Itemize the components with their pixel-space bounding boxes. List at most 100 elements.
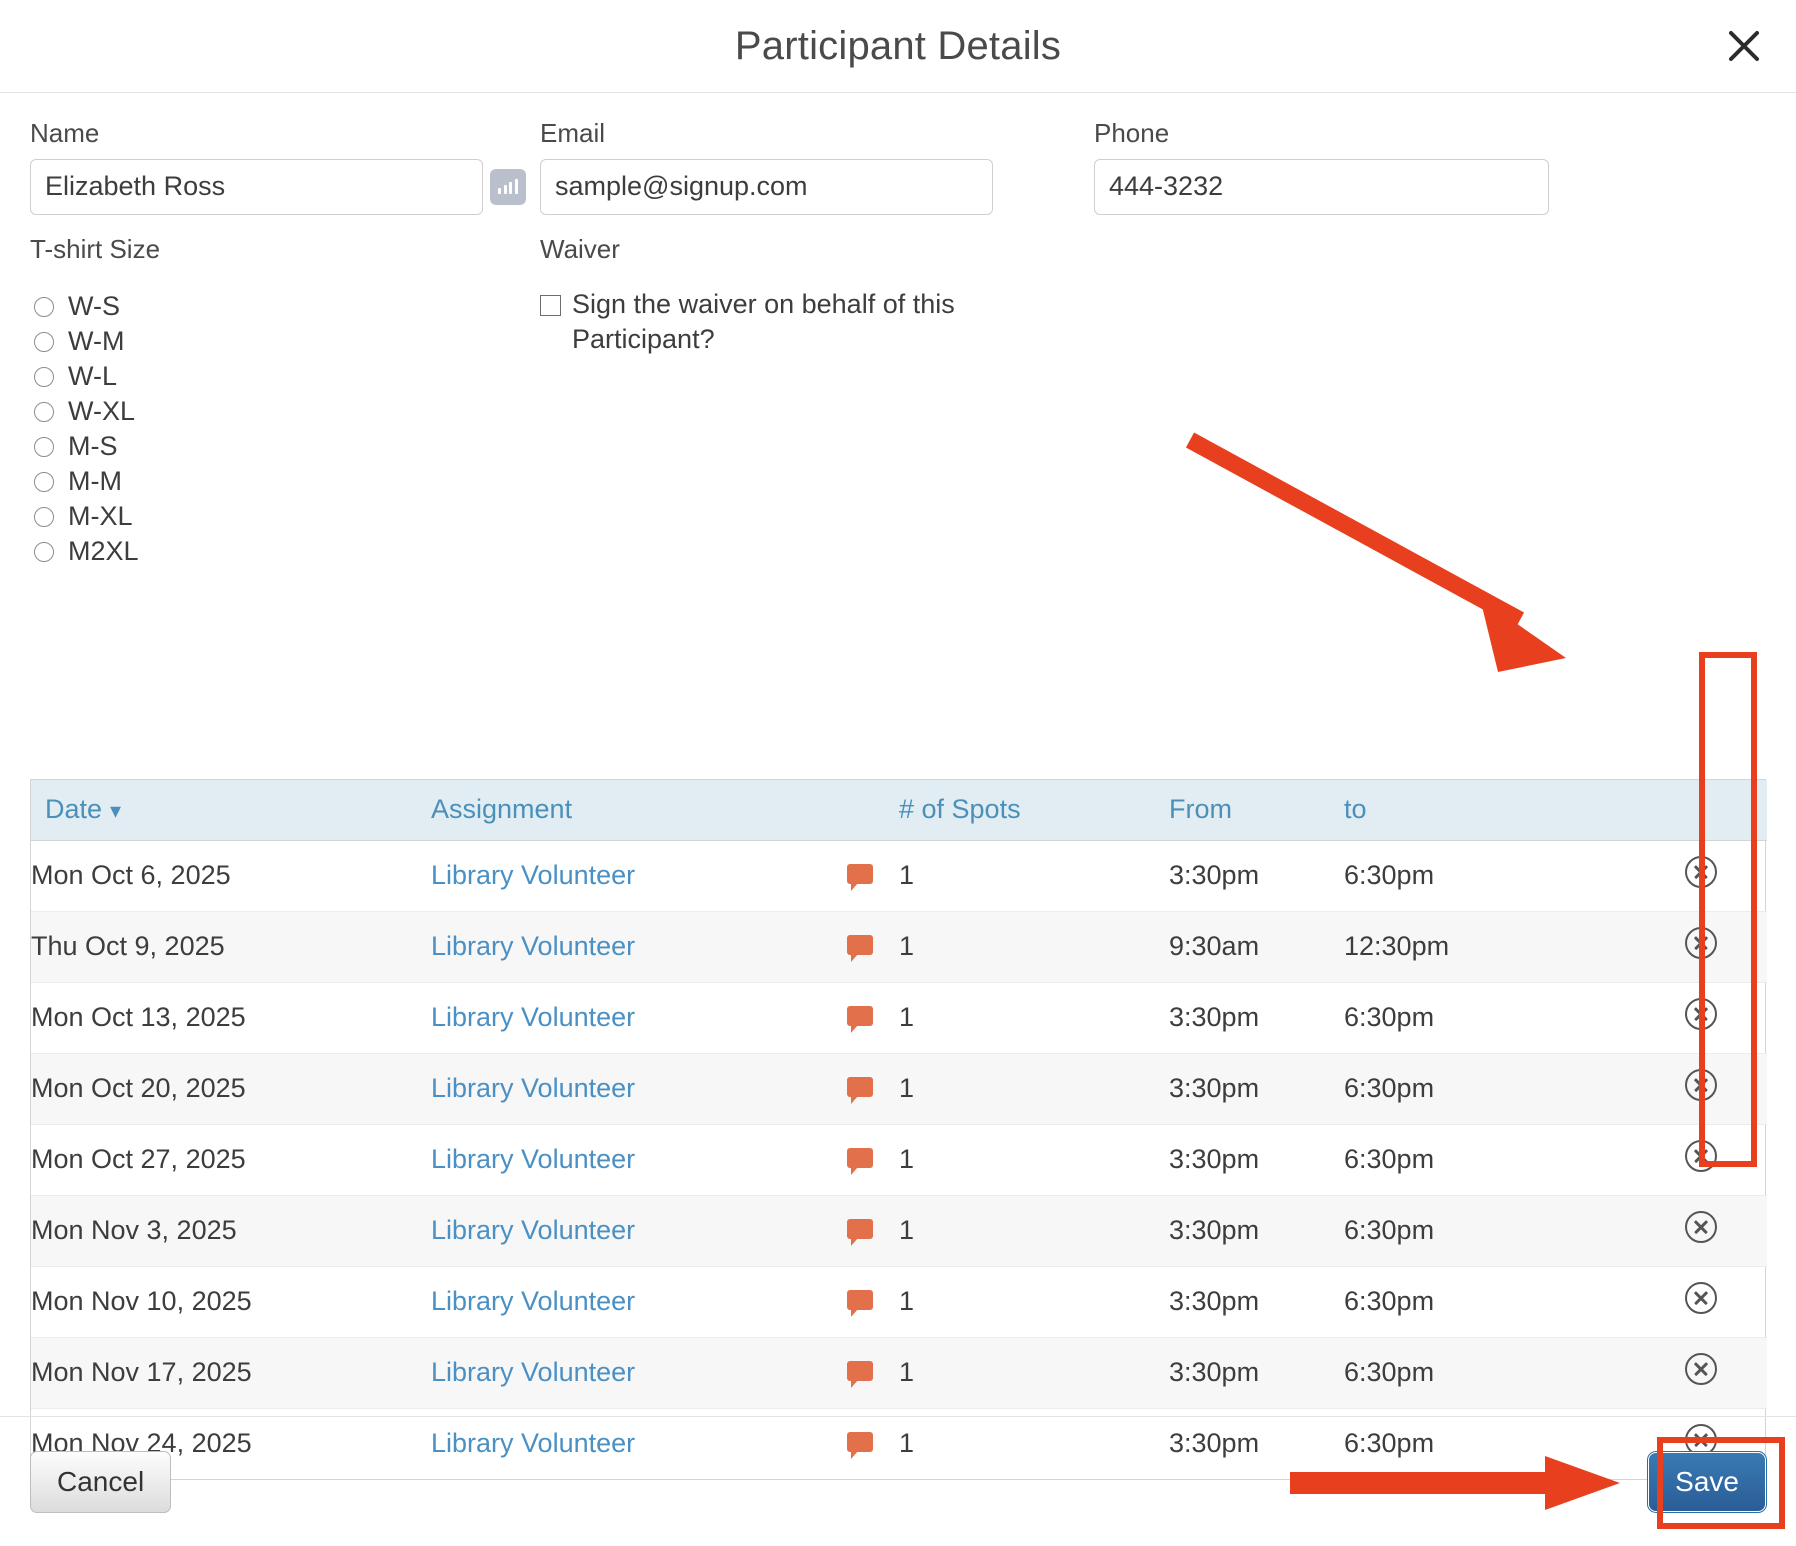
table-row: Mon Oct 27, 2025Library Volunteer13:30pm… <box>31 1125 1767 1196</box>
cell-from: 3:30pm <box>1169 1267 1344 1338</box>
email-label: Email <box>540 119 1048 148</box>
comment-icon[interactable] <box>847 1006 873 1026</box>
comment-icon[interactable] <box>847 1077 873 1097</box>
page-title: Participant Details <box>735 24 1061 69</box>
cell-note <box>821 1125 899 1196</box>
tshirt-size-label: T-shirt Size <box>30 235 540 264</box>
remove-icon[interactable] <box>1685 1140 1717 1172</box>
cell-to: 6:30pm <box>1344 983 1634 1054</box>
cell-assignment: Library Volunteer <box>431 912 821 983</box>
radio-option-w-m[interactable]: W-M <box>30 324 540 359</box>
assignment-link[interactable]: Library Volunteer <box>431 1286 635 1316</box>
column-header-from[interactable]: From <box>1169 780 1344 841</box>
radio-circle-icon <box>34 367 54 387</box>
save-button[interactable]: Save <box>1648 1452 1766 1512</box>
radio-option-m-xl[interactable]: M-XL <box>30 499 540 534</box>
cell-to: 6:30pm <box>1344 1196 1634 1267</box>
radio-option-m-m[interactable]: M-M <box>30 464 540 499</box>
cell-spots: 1 <box>899 983 1169 1054</box>
table-row: Mon Nov 3, 2025Library Volunteer13:30pm6… <box>31 1196 1767 1267</box>
table-header-row: Date ▾ Assignment # of Spots From to <box>31 780 1767 841</box>
radio-option-w-xl[interactable]: W-XL <box>30 394 540 429</box>
cell-assignment: Library Volunteer <box>431 841 821 912</box>
comment-icon[interactable] <box>847 1148 873 1168</box>
sort-descending-icon[interactable]: ▾ <box>110 798 121 823</box>
radio-label: W-L <box>68 363 117 390</box>
cell-from: 3:30pm <box>1169 1054 1344 1125</box>
cell-note <box>821 983 899 1054</box>
tshirt-radio-list: W-S W-M W-L W-XL <box>30 289 540 569</box>
remove-icon[interactable] <box>1685 998 1717 1030</box>
phone-field-group: Phone <box>1094 119 1554 215</box>
email-input[interactable] <box>540 159 993 215</box>
table-row: Mon Oct 13, 2025Library Volunteer13:30pm… <box>31 983 1767 1054</box>
email-field-group: Email <box>540 119 1048 215</box>
assignment-link[interactable]: Library Volunteer <box>431 860 635 890</box>
name-input[interactable] <box>30 159 483 215</box>
phone-input[interactable] <box>1094 159 1549 215</box>
schedule-table: Date ▾ Assignment # of Spots From to Mon … <box>31 780 1767 1479</box>
modal-header: Participant Details <box>0 0 1796 93</box>
contact-fields-row: Name Email Phone <box>30 119 1766 215</box>
cell-spots: 1 <box>899 912 1169 983</box>
participant-details-modal: Participant Details Name Email <box>0 0 1796 1546</box>
remove-icon[interactable] <box>1685 1069 1717 1101</box>
cell-assignment: Library Volunteer <box>431 1338 821 1409</box>
cell-assignment: Library Volunteer <box>431 983 821 1054</box>
modal-footer: Cancel Save <box>0 1416 1796 1546</box>
comment-icon[interactable] <box>847 1219 873 1239</box>
cell-from: 3:30pm <box>1169 983 1344 1054</box>
radio-option-w-l[interactable]: W-L <box>30 359 540 394</box>
waiver-checkbox-row[interactable]: Sign the waiver on behalf of this Partic… <box>540 287 980 356</box>
remove-icon[interactable] <box>1685 1211 1717 1243</box>
column-header-spots[interactable]: # of Spots <box>899 780 1169 841</box>
column-header-date-label: Date <box>45 794 102 824</box>
cell-to: 6:30pm <box>1344 841 1634 912</box>
dots-menu-icon[interactable] <box>490 169 526 205</box>
remove-icon[interactable] <box>1685 1282 1717 1314</box>
comment-icon[interactable] <box>847 1361 873 1381</box>
phone-label: Phone <box>1094 119 1554 148</box>
assignment-link[interactable]: Library Volunteer <box>431 1144 635 1174</box>
radio-label: W-S <box>68 293 120 320</box>
tshirt-size-group: T-shirt Size W-S W-M W-L <box>30 235 540 570</box>
cell-spots: 1 <box>899 1267 1169 1338</box>
assignment-link[interactable]: Library Volunteer <box>431 1215 635 1245</box>
radio-label: M2XL <box>68 538 139 565</box>
assignment-link[interactable]: Library Volunteer <box>431 1357 635 1387</box>
cell-to: 6:30pm <box>1344 1267 1634 1338</box>
comment-icon[interactable] <box>847 864 873 884</box>
remove-icon[interactable] <box>1685 927 1717 959</box>
radio-option-m-s[interactable]: M-S <box>30 429 540 464</box>
remove-icon[interactable] <box>1685 856 1717 888</box>
radio-option-w-s[interactable]: W-S <box>30 289 540 324</box>
table-row: Mon Oct 6, 2025Library Volunteer13:30pm6… <box>31 841 1767 912</box>
comment-icon[interactable] <box>847 1290 873 1310</box>
close-icon[interactable] <box>1720 22 1768 70</box>
cell-to: 6:30pm <box>1344 1125 1634 1196</box>
assignment-link[interactable]: Library Volunteer <box>431 931 635 961</box>
column-header-to[interactable]: to <box>1344 780 1634 841</box>
cell-assignment: Library Volunteer <box>431 1267 821 1338</box>
cell-date: Mon Nov 17, 2025 <box>31 1338 431 1409</box>
cell-delete <box>1634 1196 1767 1267</box>
assignment-link[interactable]: Library Volunteer <box>431 1002 635 1032</box>
radio-label: W-XL <box>68 398 135 425</box>
radio-circle-icon <box>34 507 54 527</box>
radio-label: W-M <box>68 328 124 355</box>
radio-circle-icon <box>34 402 54 422</box>
assignment-link[interactable]: Library Volunteer <box>431 1073 635 1103</box>
cancel-button[interactable]: Cancel <box>30 1451 171 1513</box>
column-header-assignment[interactable]: Assignment <box>431 780 821 841</box>
comment-icon[interactable] <box>847 935 873 955</box>
column-header-delete <box>1634 780 1767 841</box>
cell-note <box>821 1267 899 1338</box>
waiver-checkbox[interactable] <box>540 295 561 316</box>
remove-icon[interactable] <box>1685 1353 1717 1385</box>
cell-delete <box>1634 912 1767 983</box>
cell-delete <box>1634 1054 1767 1125</box>
modal-body: Name Email Phone <box>0 93 1796 1413</box>
radio-option-m2xl[interactable]: M2XL <box>30 534 540 569</box>
cell-delete <box>1634 841 1767 912</box>
column-header-date[interactable]: Date ▾ <box>31 780 431 841</box>
